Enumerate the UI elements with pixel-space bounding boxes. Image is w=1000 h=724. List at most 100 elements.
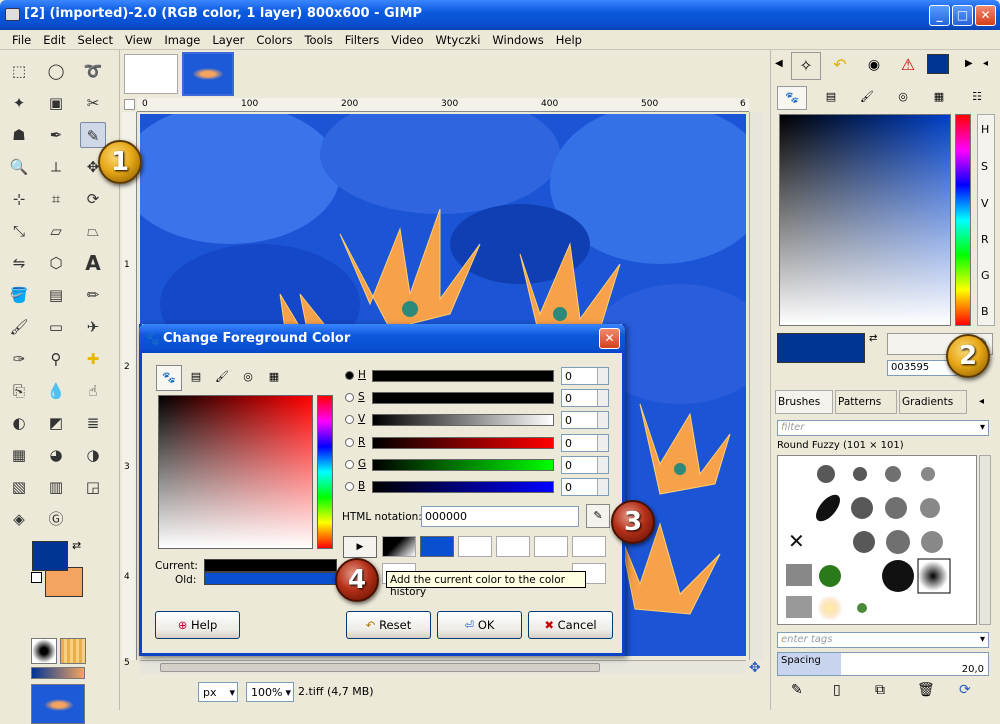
cage-transform-icon[interactable]: ⬡ xyxy=(43,250,69,276)
airbrush-icon[interactable]: ✈ xyxy=(80,314,106,340)
menu-tools[interactable]: Tools xyxy=(298,30,338,50)
menu-wtyczki[interactable]: Wtyczki xyxy=(430,30,487,50)
smudge-icon[interactable]: ☝ xyxy=(80,378,106,404)
delete-brush-icon[interactable]: 🗑 xyxy=(917,682,935,698)
crop-icon[interactable]: ⌗ xyxy=(43,186,69,212)
panel-menu-icon[interactable]: ◂ xyxy=(979,396,984,407)
minimize-button[interactable]: _ xyxy=(929,5,950,26)
heal-icon[interactable]: ✚ xyxy=(80,346,106,372)
scrollbar-thumb[interactable] xyxy=(160,663,600,672)
brush-filter-input[interactable]: filter ▾ xyxy=(777,420,989,436)
rotate-icon[interactable]: ⟳ xyxy=(80,186,106,212)
ellipse-select-icon[interactable]: ◯ xyxy=(43,58,69,84)
dlg-palette-icon[interactable]: ▦ xyxy=(262,365,286,391)
channel-radio[interactable] xyxy=(345,438,354,447)
menu-edit[interactable]: Edit xyxy=(37,30,71,50)
menu-windows[interactable]: Windows xyxy=(486,30,549,50)
cmyk-selector-tab-icon[interactable]: ▤ xyxy=(819,86,843,110)
reset-button[interactable]: ↶ Reset xyxy=(346,611,431,639)
dock-hue-strip[interactable] xyxy=(955,114,971,326)
channel-slider[interactable] xyxy=(372,481,554,493)
ink-icon[interactable]: ✑ xyxy=(6,346,32,372)
brightness-contrast-icon[interactable]: ▧ xyxy=(6,474,32,500)
dock-channel-g[interactable]: G xyxy=(981,269,990,282)
dialog-close-button[interactable]: ✕ xyxy=(599,328,620,349)
levels-icon[interactable]: ◩ xyxy=(43,410,69,436)
vertical-scrollbar[interactable] xyxy=(749,112,763,660)
flip-icon[interactable]: ⇋ xyxy=(6,250,32,276)
add-to-history-button[interactable]: ▶ xyxy=(343,536,377,558)
channel-value[interactable]: 0 xyxy=(561,411,609,429)
channel-radio[interactable] xyxy=(345,460,354,469)
refresh-brushes-icon[interactable]: ⟳ xyxy=(959,682,971,698)
brush-grid-scrollbar[interactable] xyxy=(979,455,991,625)
channel-radio[interactable] xyxy=(345,371,354,380)
brush-dock-icon[interactable]: ◉ xyxy=(859,52,889,80)
hue-saturation-icon[interactable]: ▦ xyxy=(6,442,32,468)
ok-button[interactable]: ⏎ OK xyxy=(437,611,522,639)
tool-options-icon[interactable]: ✧ xyxy=(791,52,821,80)
edit-brush-icon[interactable]: ✎ xyxy=(791,682,803,698)
gegl-icon[interactable]: Ⓖ xyxy=(43,506,69,532)
zoom-select[interactable]: 100% ▾ xyxy=(246,682,294,702)
paths-icon[interactable]: ✒ xyxy=(43,122,69,148)
blur-icon[interactable]: 💧 xyxy=(43,378,69,404)
history-swatch[interactable] xyxy=(458,536,492,557)
dock-fg-color[interactable] xyxy=(777,333,865,363)
dlg-watercolor-icon[interactable]: 🖌 xyxy=(210,365,234,391)
dock-channel-b[interactable]: B xyxy=(981,305,989,318)
menu-view[interactable]: View xyxy=(119,30,158,50)
channel-value[interactable]: 0 xyxy=(561,434,609,452)
dlg-cmyk-icon[interactable]: ▤ xyxy=(184,365,208,391)
dock-menu-icon[interactable]: ◂ xyxy=(983,58,988,69)
channel-slider[interactable] xyxy=(372,414,554,426)
foreground-color-swatch[interactable] xyxy=(32,541,68,571)
history-swatch[interactable] xyxy=(572,536,606,557)
lasso-icon[interactable]: ➰ xyxy=(80,58,106,84)
dock-swap-icon[interactable]: ⇄ xyxy=(869,333,877,344)
paintbrush-icon[interactable]: 🖌 xyxy=(6,314,32,340)
history-swatch[interactable] xyxy=(420,536,454,557)
unit-select[interactable]: px ▾ xyxy=(198,682,238,702)
gradient-preview[interactable] xyxy=(31,667,85,679)
eraser-icon[interactable]: ▭ xyxy=(43,314,69,340)
channel-slider[interactable] xyxy=(372,370,554,382)
menu-colors[interactable]: Colors xyxy=(250,30,298,50)
channel-slider[interactable] xyxy=(372,392,554,404)
menu-video[interactable]: Video xyxy=(385,30,429,50)
image-tab-active[interactable] xyxy=(182,52,234,96)
color-picker-dialog-icon[interactable]: ✎ xyxy=(586,504,610,528)
zoom-icon[interactable]: 🔍 xyxy=(6,154,32,180)
menu-file[interactable]: File xyxy=(6,30,37,50)
navigate-icon[interactable]: ✥ xyxy=(749,660,761,676)
spacing-slider[interactable]: Spacing 20,0 xyxy=(777,652,989,676)
color-picker-icon[interactable]: ✎ xyxy=(80,122,106,148)
history-swatch[interactable] xyxy=(534,536,568,557)
channel-slider[interactable] xyxy=(372,437,554,449)
maximize-button[interactable]: □ xyxy=(952,5,973,26)
color-balance-icon[interactable]: ◕ xyxy=(43,442,69,468)
channel-value[interactable]: 0 xyxy=(561,367,609,385)
warning-icon[interactable]: ⚠ xyxy=(893,52,923,80)
curves-icon[interactable]: ≣ xyxy=(80,410,106,436)
threshold-icon[interactable]: ◑ xyxy=(80,442,106,468)
clone-icon[interactable]: ⚲ xyxy=(43,346,69,372)
histogram-icon[interactable]: ▥ xyxy=(43,474,69,500)
background-color-swatch[interactable] xyxy=(45,567,83,597)
horizontal-scrollbar[interactable] xyxy=(140,660,746,674)
history-swatch[interactable] xyxy=(382,536,416,557)
history-swatch[interactable] xyxy=(496,536,530,557)
menu-help[interactable]: Help xyxy=(550,30,588,50)
active-image-thumbnail[interactable] xyxy=(31,684,85,724)
scales-tab-icon[interactable]: ☷ xyxy=(965,86,989,110)
align-icon[interactable]: ⊹ xyxy=(6,186,32,212)
text-tool-icon[interactable]: A xyxy=(80,250,106,276)
bucket-fill-icon[interactable]: 🪣 xyxy=(6,282,32,308)
tab-brushes[interactable]: Brushes xyxy=(775,390,833,414)
menu-layer[interactable]: Layer xyxy=(206,30,250,50)
image-tab-blank[interactable] xyxy=(124,54,178,94)
foreground-select-icon[interactable]: ☗ xyxy=(6,122,32,148)
dock-color-area[interactable] xyxy=(779,114,951,326)
tab-gradients[interactable]: Gradients xyxy=(899,390,967,414)
duplicate-brush-icon[interactable]: ⧉ xyxy=(875,682,885,698)
